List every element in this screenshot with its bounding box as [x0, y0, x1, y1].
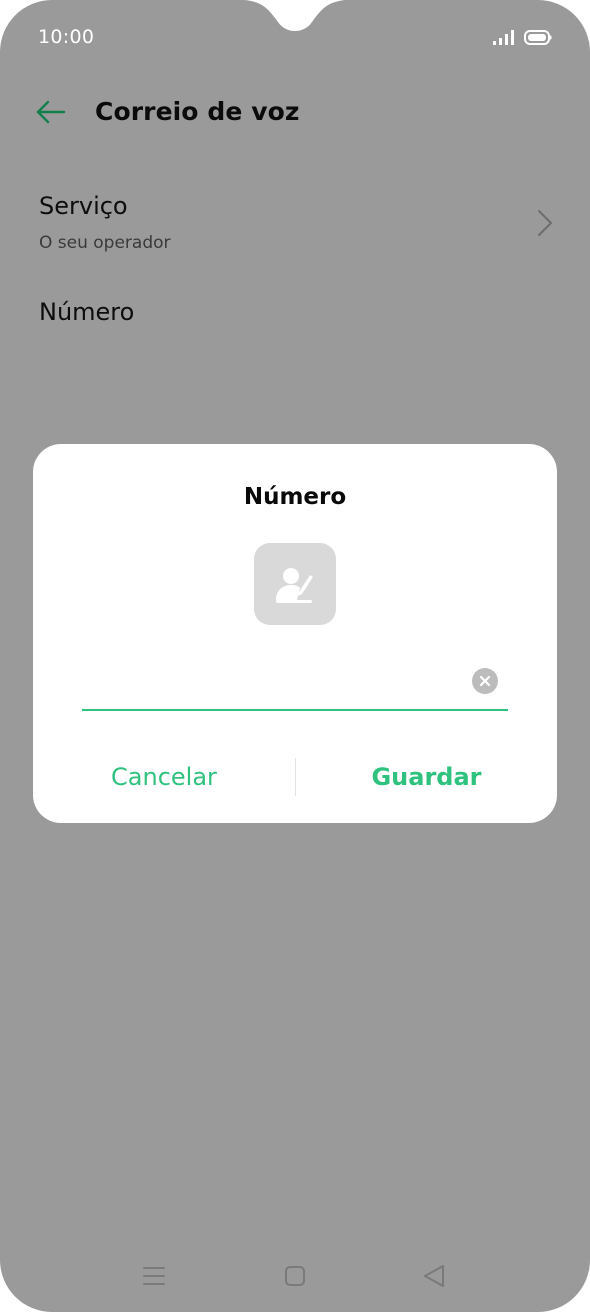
cancel-button[interactable]: Cancelar [33, 754, 295, 800]
navigation-bar [0, 1256, 590, 1296]
status-icons [492, 28, 552, 48]
number-dialog: Número Cancelar Guardar [33, 444, 557, 823]
settings-row-service[interactable]: Serviço O seu operador [0, 180, 590, 270]
input-underline [82, 709, 508, 711]
phone-screen: 10:00 Correio de voz Serviço O seu opera… [0, 0, 590, 1312]
home-icon[interactable] [283, 1264, 307, 1288]
contact-edit-icon [276, 568, 313, 603]
save-button[interactable]: Guardar [296, 754, 557, 800]
clear-icon [479, 675, 491, 687]
app-header: Correio de voz [0, 88, 590, 136]
menu-icon[interactable] [142, 1264, 166, 1288]
back-button[interactable] [30, 96, 70, 128]
service-subtitle: O seu operador [39, 233, 171, 253]
page-title: Correio de voz [95, 97, 300, 126]
contact-picker-button[interactable] [254, 543, 336, 625]
dialog-title: Número [243, 484, 347, 510]
signal-bars-icon [493, 30, 514, 45]
dialog-actions: Cancelar Guardar [33, 754, 557, 800]
arrow-left-icon [36, 100, 66, 124]
settings-row-number[interactable]: Número [0, 290, 590, 340]
service-title: Serviço [39, 192, 128, 220]
battery-icon [524, 30, 552, 45]
number-title: Número [39, 298, 135, 326]
clear-button[interactable] [472, 668, 498, 694]
number-input-wrap [82, 660, 508, 712]
back-triangle-icon[interactable] [422, 1263, 446, 1289]
status-time: 10:00 [38, 26, 95, 48]
number-input[interactable] [82, 660, 462, 708]
chevron-right-icon [538, 210, 552, 236]
